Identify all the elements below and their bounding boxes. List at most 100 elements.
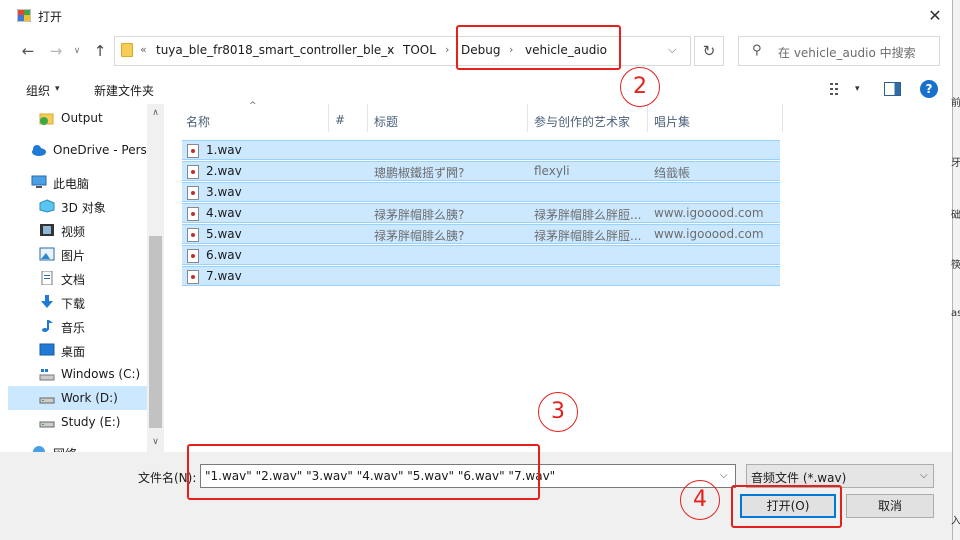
sidebar-item-downloads[interactable]: 下载 bbox=[8, 290, 148, 314]
organize-button[interactable]: 组织 bbox=[26, 82, 50, 99]
sidebar-item-videos[interactable]: 视频 bbox=[8, 218, 148, 242]
sidebar-item-label: 网络 bbox=[53, 445, 77, 452]
music-icon bbox=[42, 320, 53, 332]
sidebar-item-study-e[interactable]: Study (E:) bbox=[8, 410, 148, 434]
sidebar-item-label: 音乐 bbox=[61, 321, 86, 335]
scrollbar-thumb[interactable] bbox=[149, 236, 162, 428]
sidebar-item-output[interactable]: Output bbox=[8, 106, 148, 130]
scroll-up-arrow-icon[interactable]: ∧ bbox=[147, 108, 164, 118]
address-overflow-button[interactable]: « bbox=[140, 43, 147, 56]
chevron-down-icon[interactable]: ⌵ bbox=[720, 470, 728, 481]
background-window-text: 前 bbox=[951, 98, 960, 109]
column-divider[interactable] bbox=[647, 104, 648, 132]
file-row[interactable]: 1.wav bbox=[182, 140, 780, 160]
column-divider[interactable] bbox=[782, 104, 783, 132]
cancel-button[interactable]: 取消 bbox=[846, 494, 934, 518]
sidebar-item-label: 视频 bbox=[61, 225, 86, 239]
pictures-icon bbox=[39, 247, 55, 261]
breadcrumb-separator[interactable]: › bbox=[445, 43, 449, 56]
sidebar-item-music[interactable]: 音乐 bbox=[8, 314, 148, 338]
file-row[interactable]: 2.wav 璁鹏椒鐵摇ず闁? flexyli 绉戠帳 bbox=[182, 161, 780, 181]
file-name: 3.wav bbox=[206, 185, 242, 199]
annotation-step-3: 3 bbox=[538, 392, 578, 432]
file-name: 4.wav bbox=[206, 206, 242, 220]
address-history-dropdown[interactable]: ⌵ bbox=[668, 43, 676, 57]
up-folder-button[interactable]: ↑ bbox=[90, 40, 110, 62]
background-window-text: 牙 bbox=[951, 158, 960, 169]
file-row[interactable]: 4.wav 禄茅胖帽腓么胰? 禄茅胖帽腓么胖脰... www.igooood.c… bbox=[182, 203, 780, 223]
breadcrumb-project[interactable]: tuya_ble_fr8018_smart_controller_ble_x bbox=[156, 43, 394, 57]
file-row[interactable]: 7.wav bbox=[182, 266, 780, 286]
sidebar-item-desktop[interactable]: 桌面 bbox=[8, 338, 148, 362]
sidebar-item-label: Output bbox=[61, 111, 103, 125]
file-title: 璁鹏椒鐵摇ず闁? bbox=[374, 166, 465, 180]
annotation-box-address bbox=[456, 25, 621, 70]
background-window-text: ask bbox=[951, 308, 960, 319]
file-type-value: 音频文件 (*.wav) bbox=[751, 471, 847, 485]
sidebar-item-label: 文档 bbox=[61, 273, 86, 287]
background-window-text: 础 bbox=[951, 210, 960, 221]
sort-ascending-icon: ^ bbox=[249, 101, 257, 111]
chevron-down-icon[interactable]: ▾ bbox=[855, 84, 860, 94]
sidebar-item-pictures[interactable]: 图片 bbox=[8, 242, 148, 266]
sidebar-item-label: Windows (C:) bbox=[61, 367, 141, 381]
view-options-icon[interactable] bbox=[830, 82, 846, 96]
chevron-down-icon[interactable]: ⌵ bbox=[920, 470, 928, 481]
recent-locations-button[interactable]: ∨ bbox=[70, 40, 84, 62]
audio-file-icon bbox=[187, 270, 199, 284]
file-row[interactable]: 6.wav bbox=[182, 245, 780, 265]
column-divider[interactable] bbox=[328, 104, 329, 132]
file-row[interactable]: 3.wav bbox=[182, 182, 780, 202]
network-icon bbox=[33, 446, 45, 452]
file-title: 禄茅胖帽腓么胰? bbox=[374, 208, 465, 222]
breadcrumb-separator[interactable]: › bbox=[387, 43, 391, 56]
audio-file-icon bbox=[187, 207, 199, 221]
scroll-down-arrow-icon[interactable]: ∨ bbox=[147, 437, 164, 447]
column-divider[interactable] bbox=[527, 104, 528, 132]
file-album: www.igooood.com bbox=[654, 227, 764, 241]
breadcrumb-tool[interactable]: TOOL bbox=[403, 43, 436, 57]
chevron-down-icon[interactable]: ▾ bbox=[55, 84, 60, 94]
column-header-title[interactable]: 标题 bbox=[374, 113, 398, 130]
file-row[interactable]: 5.wav 禄茅胖帽腓么胰? 禄茅胖帽腓么胖脰... www.igooood.c… bbox=[182, 224, 780, 244]
audio-file-icon bbox=[187, 186, 199, 200]
column-header-track-number[interactable]: # bbox=[335, 113, 345, 127]
background-window-text: 入 bbox=[951, 516, 960, 527]
drive-icon bbox=[39, 421, 55, 428]
audio-file-icon bbox=[187, 144, 199, 158]
sidebar-item-label: 此电脑 bbox=[53, 177, 90, 191]
column-header-artist[interactable]: 参与创作的艺术家 bbox=[534, 113, 630, 130]
file-album: 绉戠帳 bbox=[654, 166, 691, 180]
audio-file-icon bbox=[187, 165, 199, 179]
sidebar-item-onedrive[interactable]: OneDrive - Perso bbox=[8, 138, 154, 162]
back-button[interactable]: ← bbox=[18, 40, 38, 62]
sidebar-item-work-d[interactable]: Work (D:) bbox=[8, 386, 148, 410]
forward-button[interactable]: → bbox=[46, 40, 66, 62]
app-icon bbox=[17, 9, 31, 22]
column-header-name[interactable]: 名称 bbox=[186, 113, 210, 130]
folder-icon bbox=[121, 43, 133, 57]
3d-objects-icon bbox=[39, 199, 55, 213]
windows-drive-icon bbox=[39, 369, 55, 381]
file-title: 禄茅胖帽腓么胰? bbox=[374, 229, 465, 243]
sidebar-item-network[interactable]: 网络 bbox=[8, 440, 148, 452]
sidebar-item-this-pc[interactable]: 此电脑 bbox=[8, 170, 148, 194]
file-artist: 禄茅胖帽腓么胖脰... bbox=[534, 208, 642, 222]
new-folder-button[interactable]: 新建文件夹 bbox=[94, 82, 154, 99]
sidebar-item-3d-objects[interactable]: 3D 对象 bbox=[8, 194, 148, 218]
file-name: 7.wav bbox=[206, 269, 242, 283]
close-button[interactable]: ✕ bbox=[918, 4, 952, 28]
help-icon[interactable]: ? bbox=[920, 80, 938, 98]
drive-icon bbox=[39, 397, 55, 404]
window-title: 打开 bbox=[38, 10, 63, 24]
sidebar-item-label: 下载 bbox=[61, 297, 86, 311]
downloads-icon bbox=[41, 295, 53, 308]
sidebar-item-windows-c[interactable]: Windows (C:) bbox=[8, 362, 148, 386]
column-header-album[interactable]: 唱片集 bbox=[654, 113, 690, 130]
column-divider[interactable] bbox=[367, 104, 368, 132]
refresh-button[interactable]: ↻ bbox=[694, 36, 724, 66]
sidebar-item-label: Work (D:) bbox=[61, 391, 118, 405]
preview-pane-icon[interactable] bbox=[884, 82, 901, 96]
sidebar-item-documents[interactable]: 文档 bbox=[8, 266, 148, 290]
annotation-box-open bbox=[731, 485, 842, 528]
